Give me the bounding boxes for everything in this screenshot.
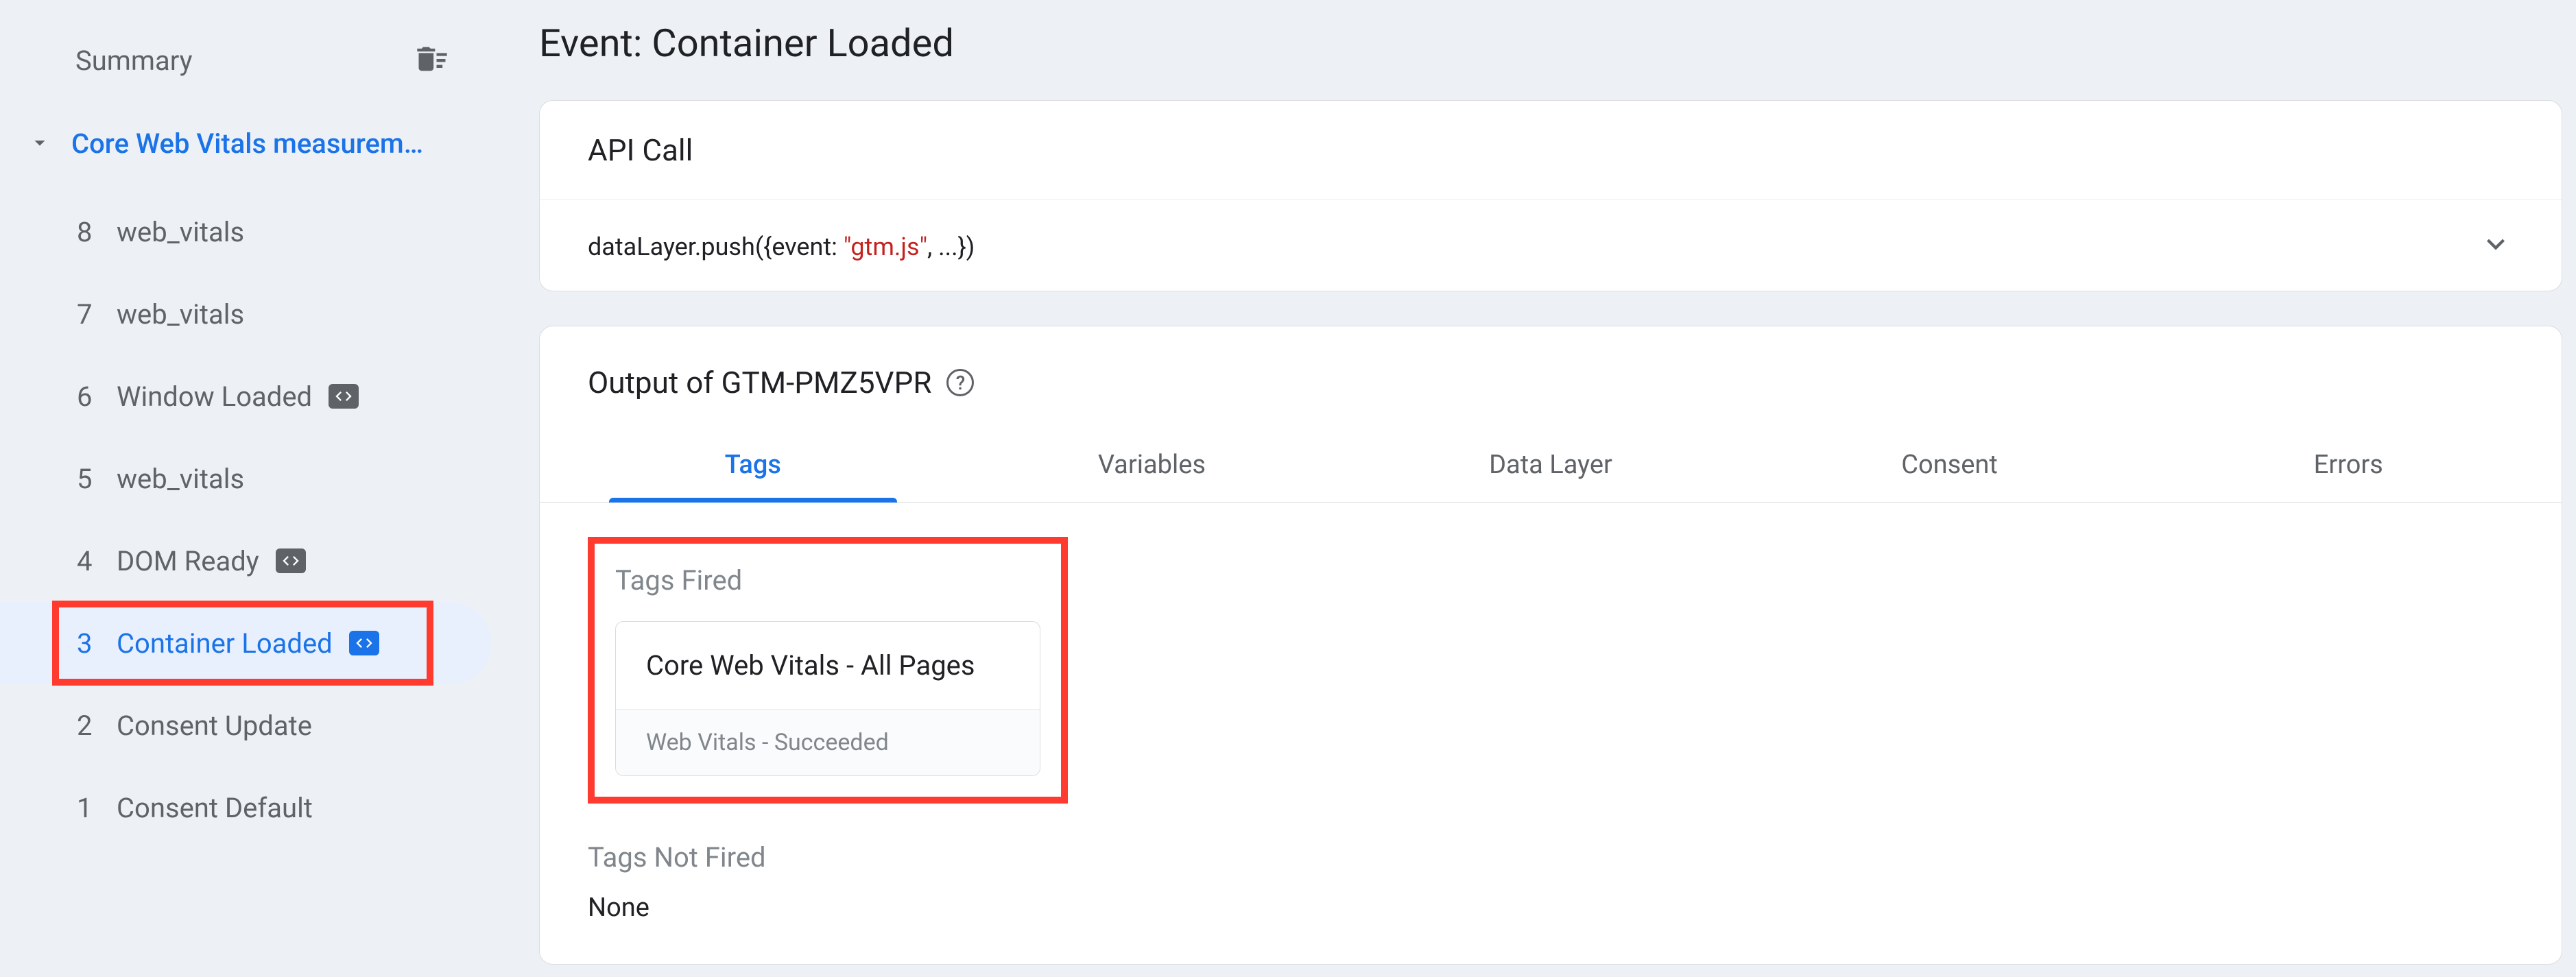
code-badge-icon: [329, 384, 359, 409]
api-call-header: API Call: [540, 101, 2562, 200]
event-label: web_vitals: [117, 463, 244, 495]
api-call-card: API Call dataLayer.push({event: "gtm.js"…: [539, 100, 2562, 291]
chevron-down-icon[interactable]: [2478, 226, 2514, 265]
events-list: 8web_vitals7web_vitals6Window Loaded5web…: [0, 191, 491, 849]
delete-sweep-icon[interactable]: [414, 41, 450, 80]
event-row[interactable]: 3Container Loaded: [0, 602, 491, 684]
code-badge-icon: [349, 631, 379, 655]
help-icon[interactable]: ?: [946, 369, 974, 396]
tab-tags[interactable]: Tags: [553, 428, 953, 502]
tags-not-fired-label: Tags Not Fired: [588, 841, 2514, 873]
tab-data-layer[interactable]: Data Layer: [1351, 428, 1750, 502]
output-header: Output of GTM-PMZ5VPR ?: [540, 326, 2562, 428]
tags-fired-highlight: Tags Fired Core Web Vitals - All Pages W…: [588, 537, 1068, 804]
event-row[interactable]: 6Window Loaded: [0, 355, 491, 437]
event-row[interactable]: 7web_vitals: [0, 273, 491, 355]
event-label: web_vitals: [117, 216, 244, 248]
output-content: Tags Fired Core Web Vitals - All Pages W…: [540, 503, 2562, 964]
event-row[interactable]: 5web_vitals: [0, 437, 491, 520]
fired-tag-title: Core Web Vitals - All Pages: [616, 622, 1040, 709]
event-row[interactable]: 1Consent Default: [0, 767, 491, 849]
fired-tag-card[interactable]: Core Web Vitals - All Pages Web Vitals -…: [615, 621, 1040, 776]
sidebar: Summary Core Web Vitals measurem… 8web_v…: [0, 0, 491, 977]
event-number: 1: [77, 792, 117, 824]
event-label: Consent Update: [117, 710, 312, 742]
container-root-row[interactable]: Core Web Vitals measurem…: [0, 128, 491, 160]
event-label: Window Loaded: [117, 381, 312, 413]
summary-label: Summary: [75, 45, 193, 77]
code-badge-icon: [276, 548, 306, 573]
main-content: Event: Container Loaded API Call dataLay…: [491, 0, 2576, 977]
output-title: Output of GTM-PMZ5VPR: [588, 365, 931, 400]
caret-down-icon: [27, 130, 71, 158]
page-title: Event: Container Loaded: [539, 21, 2562, 66]
event-row[interactable]: 2Consent Update: [0, 684, 491, 767]
event-row[interactable]: 8web_vitals: [0, 191, 491, 273]
event-number: 5: [77, 463, 117, 495]
fired-tag-subtitle: Web Vitals - Succeeded: [616, 709, 1040, 775]
event-number: 8: [77, 216, 117, 248]
tab-variables[interactable]: Variables: [953, 428, 1352, 502]
event-label: DOM Ready: [117, 545, 259, 577]
tags-fired-label: Tags Fired: [615, 564, 1040, 596]
event-number: 2: [77, 710, 117, 742]
event-label: web_vitals: [117, 298, 244, 330]
event-label: Consent Default: [117, 792, 313, 824]
output-tabs: TagsVariablesData LayerConsentErrors: [540, 428, 2562, 503]
api-call-code: dataLayer.push({event: "gtm.js", ...}): [588, 229, 975, 262]
output-card: Output of GTM-PMZ5VPR ? TagsVariablesDat…: [539, 326, 2562, 965]
event-number: 7: [77, 298, 117, 330]
event-row[interactable]: 4DOM Ready: [0, 520, 491, 602]
event-number: 6: [77, 381, 117, 413]
summary-header[interactable]: Summary: [0, 41, 491, 80]
container-root-label: Core Web Vitals measurem…: [71, 128, 423, 160]
event-number: 3: [77, 627, 117, 660]
event-number: 4: [77, 545, 117, 577]
api-call-body[interactable]: dataLayer.push({event: "gtm.js", ...}): [540, 200, 2562, 291]
event-label: Container Loaded: [117, 627, 333, 660]
tags-not-fired-none: None: [588, 893, 2514, 923]
tab-consent[interactable]: Consent: [1750, 428, 2149, 502]
tab-errors[interactable]: Errors: [2149, 428, 2548, 502]
